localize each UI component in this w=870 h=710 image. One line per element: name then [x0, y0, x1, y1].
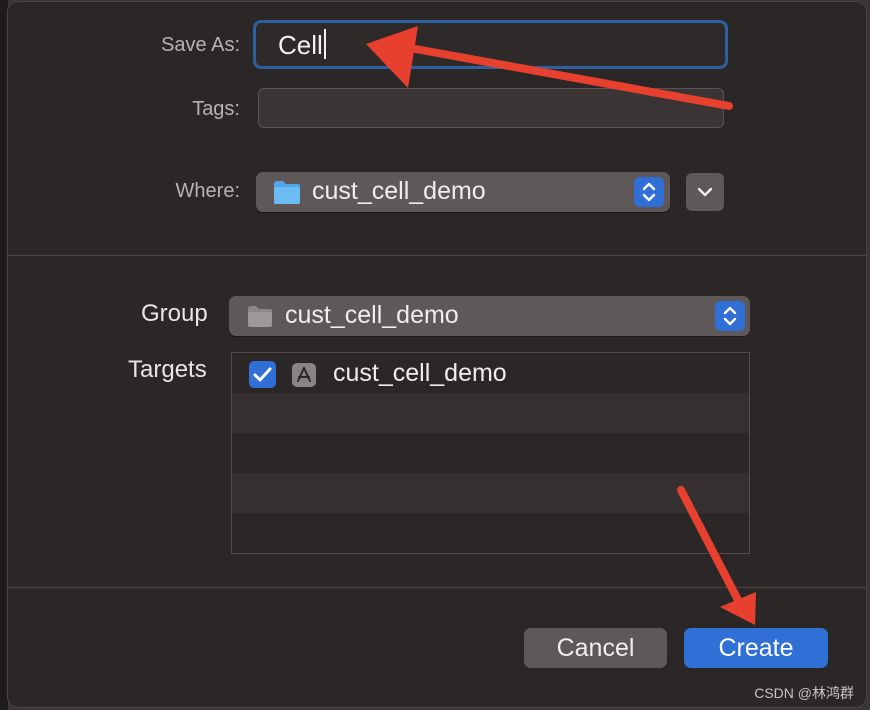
- annotation-arrows: [366, 26, 756, 625]
- arrow-to-save-as: [366, 26, 733, 110]
- arrow-to-create: [677, 486, 756, 625]
